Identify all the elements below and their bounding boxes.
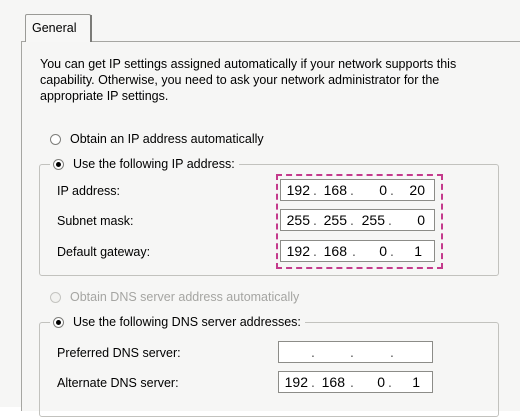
alternate-dns-octet-2[interactable]: 168 (317, 372, 345, 392)
octet-separator: . (390, 344, 394, 360)
ip-manual-option[interactable]: Use the following IP address: (50, 157, 239, 171)
ip-auto-option[interactable]: Obtain an IP address automatically (50, 132, 268, 146)
octet-separator: . (350, 374, 354, 390)
alternate-dns-input[interactable]: 192 . 168 . 0 . 1 (278, 371, 433, 393)
alternate-dns-octet-4[interactable]: 1 (392, 372, 420, 392)
alternate-dns-octet-3[interactable]: 0 (357, 372, 385, 392)
dns-settings-group (39, 322, 499, 417)
dns-manual-option[interactable]: Use the following DNS server addresses: (50, 315, 305, 329)
ip-auto-radio[interactable] (50, 133, 61, 145)
preferred-dns-label: Preferred DNS server: (57, 346, 181, 360)
dns-manual-label: Use the following DNS server addresses: (73, 315, 301, 329)
ip-manual-radio[interactable] (53, 158, 64, 170)
dns-manual-radio[interactable] (53, 316, 64, 328)
octet-separator: . (350, 344, 354, 360)
alternate-dns-label: Alternate DNS server: (57, 376, 179, 390)
intro-text: You can get IP settings assigned automat… (40, 57, 457, 103)
dns-auto-label: Obtain DNS server address automatically (70, 290, 300, 304)
tab-general[interactable]: General (25, 14, 91, 42)
default-gateway-label: Default gateway: (57, 245, 151, 259)
ip-auto-label: Obtain an IP address automatically (70, 132, 264, 146)
subnet-mask-label: Subnet mask: (57, 214, 134, 228)
preferred-dns-input[interactable]: . . . (278, 341, 433, 363)
octet-separator: . (311, 344, 315, 360)
tab-divider (90, 15, 92, 42)
alternate-dns-octet-1[interactable]: 192 (280, 372, 308, 392)
highlight-annotation (276, 174, 443, 269)
dns-auto-option: Obtain DNS server address automatically (50, 290, 304, 304)
octet-separator: . (311, 374, 315, 390)
ip-address-label: IP address: (57, 184, 121, 198)
dns-auto-radio (50, 291, 61, 303)
ip-manual-label: Use the following IP address: (73, 157, 235, 171)
tab-general-label: General (32, 21, 77, 35)
